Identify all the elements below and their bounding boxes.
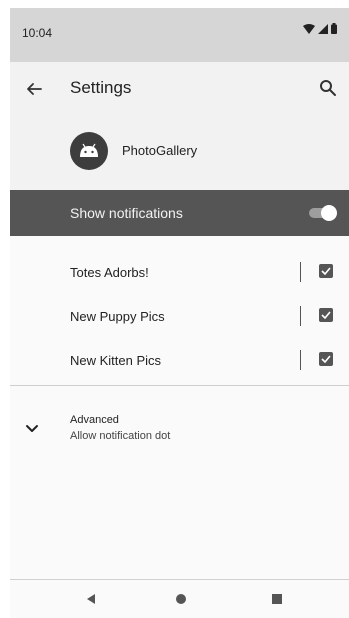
status-time: 10:04 [22,26,53,40]
recents-square-icon[interactable] [268,590,286,608]
advanced-row[interactable]: Advanced Allow notification dot [10,408,349,452]
channel-row-totes-adorbs[interactable]: Totes Adorbs! [10,250,349,294]
search-icon[interactable] [319,79,337,97]
vertical-divider [300,306,301,326]
home-circle-icon[interactable] [172,590,190,608]
checkbox-checked-icon[interactable] [319,352,333,366]
chevron-down-icon [26,425,38,432]
show-notifications-row[interactable]: Show notifications [10,190,349,236]
signal-icon [318,23,328,34]
section-divider [10,385,349,386]
app-name: PhotoGallery [122,143,198,158]
battery-icon [331,23,337,34]
show-notifications-label: Show notifications [70,205,183,221]
channel-label: New Kitten Pics [70,353,162,368]
arrow-left-icon[interactable] [24,79,44,99]
channel-list: Totes Adorbs! New Puppy Pics New Kitten … [10,250,349,382]
channel-row-new-puppy-pics[interactable]: New Puppy Pics [10,294,349,338]
page-title: Settings [70,78,132,97]
channel-row-new-kitten-pics[interactable]: New Kitten Pics [10,338,349,382]
app-bar: Settings [10,62,349,118]
vertical-divider [300,262,301,282]
android-icon [70,132,108,170]
system-icons [303,23,337,34]
advanced-subtitle: Allow notification dot [70,430,171,442]
checkbox-checked-icon[interactable] [319,308,333,322]
vertical-divider [300,350,301,370]
system-nav-bar [10,579,349,618]
status-bar: 10:04 [10,8,349,62]
wifi-icon [303,23,315,34]
channel-label: Totes Adorbs! [70,265,149,280]
advanced-title: Advanced [70,414,119,426]
back-triangle-icon[interactable] [82,590,100,608]
show-notifications-switch[interactable] [307,205,337,221]
checkbox-checked-icon[interactable] [319,264,333,278]
switch-thumb [321,205,337,221]
channel-label: New Puppy Pics [70,309,165,324]
phone-screen: 10:04 Settings PhotoGallery Show notific… [10,8,349,618]
app-info-header: PhotoGallery [10,118,349,190]
